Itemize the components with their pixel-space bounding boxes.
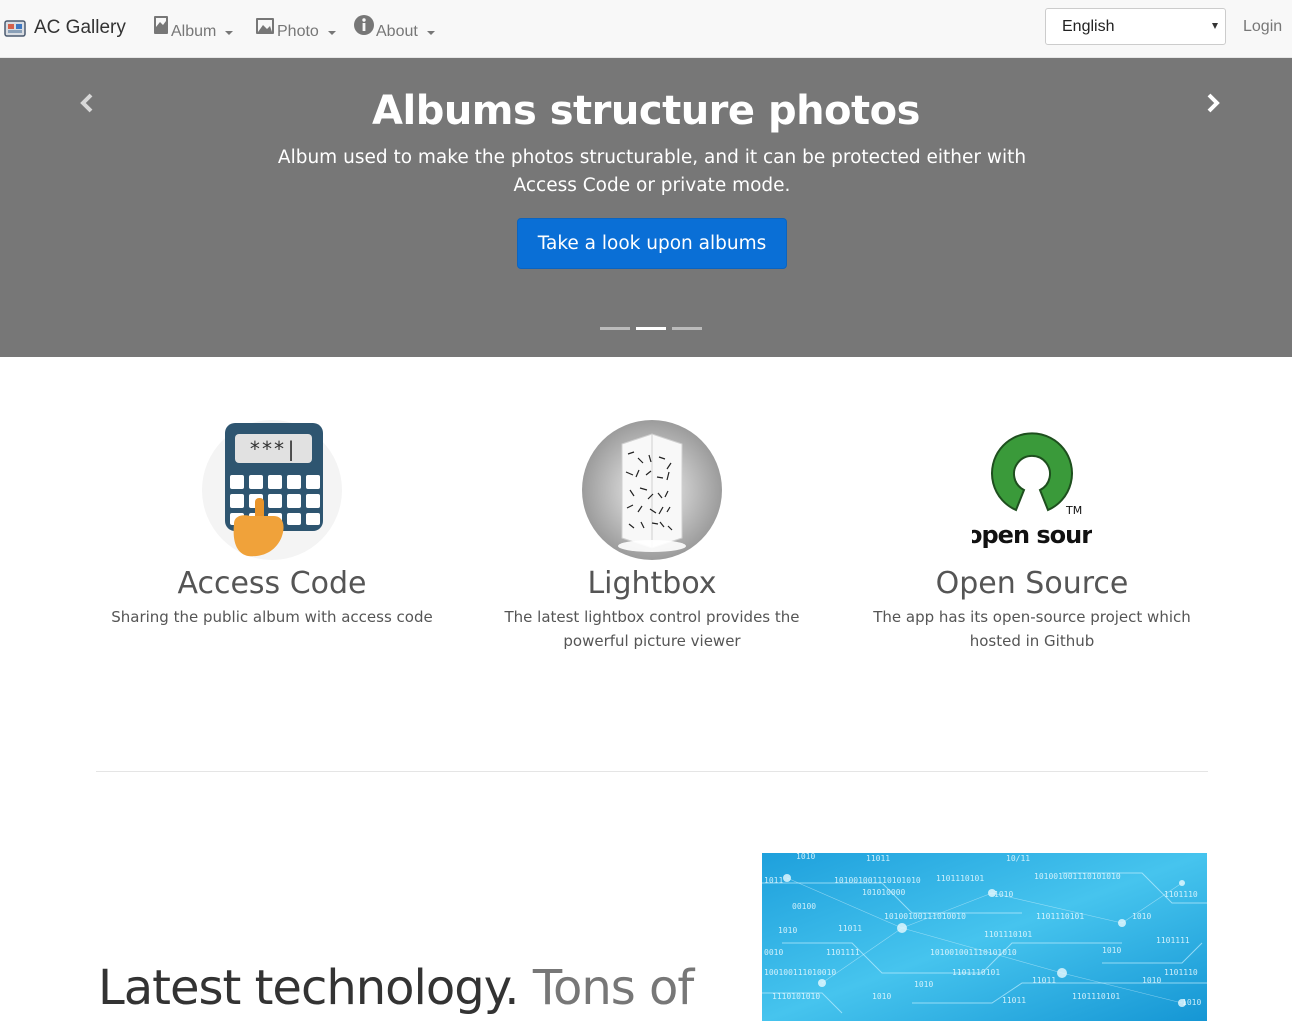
open-source-logo: TM open source (966, 432, 1102, 549)
keypad-image: ***| (202, 420, 342, 560)
svg-text:1010: 1010 (796, 853, 815, 861)
language-select-value: English (1062, 17, 1115, 35)
svg-text:0010: 0010 (764, 948, 783, 957)
svg-text:1110101010: 1110101010 (772, 992, 820, 1001)
svg-text:1010: 1010 (1142, 976, 1161, 985)
svg-text:1101111: 1101111 (826, 948, 860, 957)
trademark-text: TM (1065, 504, 1082, 517)
view-albums-button[interactable]: Take a look upon albums (517, 218, 787, 269)
chevron-down-icon (327, 31, 336, 35)
svg-text:11011: 11011 (1002, 996, 1026, 1005)
open-source-wordmark: open source (966, 521, 1102, 549)
svg-text:101001001110101010: 101001001110101010 (834, 876, 921, 885)
carousel-indicator-2[interactable] (636, 327, 666, 330)
circuit-technology-image: 1010 11011 10/11 1011 101001001110101010 11… (762, 853, 1207, 1021)
login-link[interactable]: Login (1243, 18, 1282, 36)
hero-carousel: Albums structure photos Album used to ma… (0, 58, 1292, 357)
keypad-display-text: ***| (249, 437, 297, 461)
feature-description: Sharing the public album with access cod… (111, 608, 433, 626)
feature-open-source: TM open source Open Source The app has i… (852, 420, 1212, 653)
featurette-heading-muted: Tons of (532, 960, 694, 1016)
svg-text:1101110: 1101110 (1164, 890, 1198, 899)
svg-text:1011: 1011 (764, 876, 783, 885)
svg-text:1010: 1010 (1132, 912, 1151, 921)
svg-text:1101110101: 1101110101 (1072, 992, 1120, 1001)
svg-text:1101111: 1101111 (1156, 936, 1190, 945)
carousel-indicator-3[interactable] (672, 327, 702, 330)
featurette-heading: Latest technology. Tons of (98, 960, 694, 1016)
feature-lightbox: Lightbox The latest lightbox control pro… (472, 420, 832, 653)
svg-text:101010000: 101010000 (862, 888, 906, 897)
svg-text:10/11: 10/11 (1006, 854, 1030, 863)
feature-title: Open Source (935, 566, 1129, 601)
svg-text:1101110101: 1101110101 (1036, 912, 1084, 921)
nav-about-dropdown[interactable]: About (354, 12, 435, 44)
svg-text:100100111010010: 100100111010010 (764, 968, 836, 977)
brand-name: AC Gallery (34, 17, 126, 38)
svg-text:101001001110101010: 101001001110101010 (930, 948, 1017, 957)
top-navbar: AC Gallery Album Photo About English Log… (0, 0, 1292, 58)
feature-title: Access Code (177, 566, 367, 601)
svg-text:1010: 1010 (872, 992, 891, 1001)
chevron-down-icon (426, 31, 435, 35)
carousel-indicators (600, 327, 702, 330)
feature-description: The latest lightbox control provides the… (504, 608, 800, 650)
svg-text:00100: 00100 (792, 902, 816, 911)
carousel-title: Albums structure photos (372, 88, 920, 134)
svg-text:1010: 1010 (778, 926, 797, 935)
language-select[interactable]: English (1045, 8, 1226, 45)
svg-text:11011: 11011 (838, 924, 862, 933)
dropdown-arrow-icon (1212, 23, 1218, 29)
info-icon (354, 15, 374, 35)
lightbox-image (582, 420, 722, 560)
svg-text:10100100111010010: 10100100111010010 (884, 912, 966, 921)
carousel-indicator-1[interactable] (600, 327, 630, 330)
album-icon (154, 16, 168, 34)
feature-title: Lightbox (587, 566, 717, 601)
svg-text:1101110101: 1101110101 (936, 874, 984, 883)
nav-photo-label: Photo (277, 23, 319, 40)
feature-access-code: ***| Access Code Sharing the public albu… (92, 420, 452, 629)
carousel-caption: Album used to make the photos structurab… (277, 147, 1027, 196)
svg-text:101001001110101010: 101001001110101010 (1034, 872, 1121, 881)
svg-text:1010: 1010 (914, 980, 933, 989)
gallery-logo-icon (4, 20, 26, 37)
section-divider (96, 771, 1208, 772)
svg-text:1101110101: 1101110101 (984, 930, 1032, 939)
nav-photo-dropdown[interactable]: Photo (256, 12, 336, 44)
chevron-down-icon (225, 31, 234, 35)
feature-description: The app has its open-source project whic… (873, 608, 1191, 650)
svg-text:11011: 11011 (866, 854, 890, 863)
nav-album-label: Album (171, 23, 217, 40)
svg-text:1101110: 1101110 (1164, 968, 1198, 977)
featurette-heading-main: Latest technology. (98, 960, 520, 1016)
image-icon (256, 18, 274, 34)
nav-album-dropdown[interactable]: Album (153, 12, 234, 44)
nav-about-label: About (376, 23, 418, 40)
svg-text:1010: 1010 (994, 890, 1013, 899)
svg-text:1101110101: 1101110101 (952, 968, 1000, 977)
svg-text:11011: 11011 (1032, 976, 1056, 985)
brand-link[interactable]: AC Gallery (4, 12, 126, 44)
svg-text:1010: 1010 (1102, 946, 1121, 955)
svg-text:1010: 1010 (1182, 998, 1201, 1007)
